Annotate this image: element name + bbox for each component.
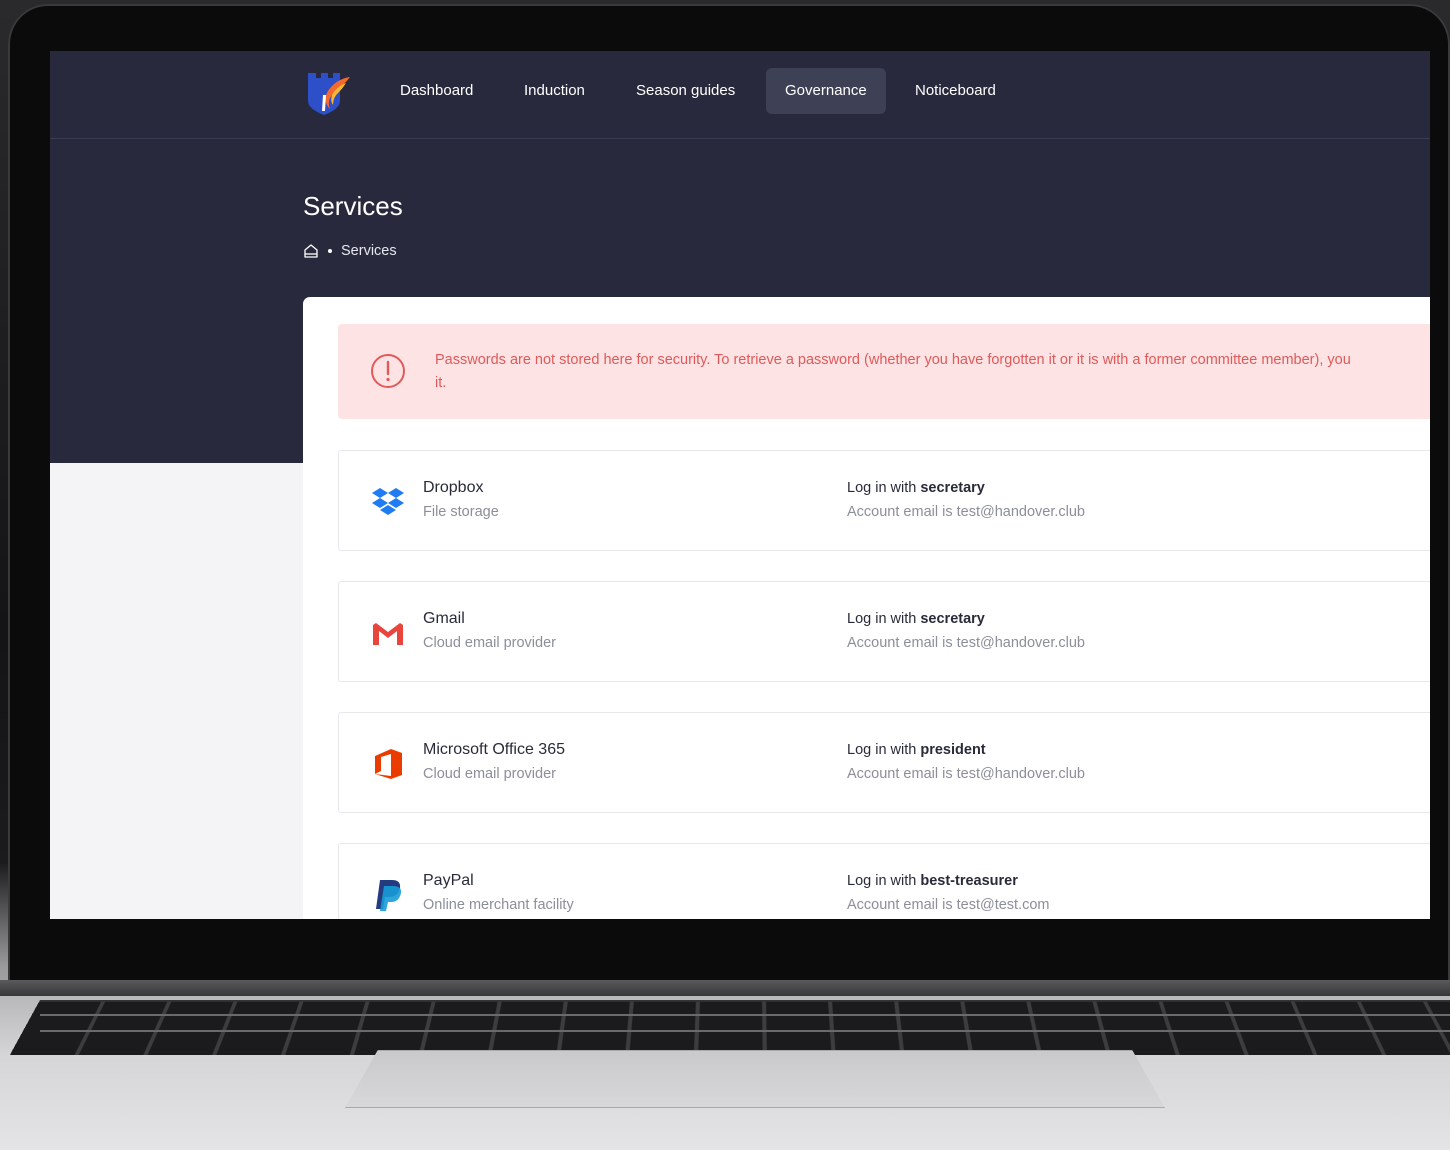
- service-login: Log in with secretary: [847, 611, 985, 627]
- breadcrumb-current: Services: [341, 243, 397, 259]
- email-value: test@handover.club: [956, 635, 1085, 651]
- service-name: Microsoft Office 365: [423, 741, 565, 758]
- email-value: test@test.com: [956, 897, 1050, 913]
- service-description: Cloud email provider: [423, 635, 556, 651]
- login-username: secretary: [920, 480, 985, 496]
- alert-circle-icon: [371, 354, 405, 388]
- nav-dashboard[interactable]: Dashboard: [381, 68, 492, 114]
- club-shield-logo-icon[interactable]: [306, 71, 352, 115]
- dropbox-icon: [372, 488, 404, 515]
- login-prefix: Log in with: [847, 873, 917, 889]
- login-username: secretary: [920, 611, 985, 627]
- alert-message-line-2: it.: [435, 375, 447, 391]
- service-description: File storage: [423, 504, 499, 520]
- keyboard-row: [40, 1030, 1450, 1032]
- office-icon: [375, 749, 402, 779]
- nav-governance[interactable]: Governance: [766, 68, 886, 114]
- login-prefix: Log in with: [847, 480, 917, 496]
- service-login: Log in with secretary: [847, 480, 985, 496]
- service-name: PayPal: [423, 872, 474, 889]
- email-value: test@handover.club: [956, 504, 1085, 520]
- service-login: Log in with best-treasurer: [847, 873, 1018, 889]
- password-alert: Passwords are not stored here for securi…: [338, 324, 1430, 419]
- service-row-office-365[interactable]: Microsoft Office 365 Cloud email provide…: [338, 712, 1430, 813]
- service-login: Log in with president: [847, 742, 986, 758]
- page-title: Services: [303, 191, 403, 221]
- login-username: president: [920, 742, 986, 758]
- email-prefix: Account email is: [847, 897, 953, 913]
- breadcrumb: Services: [303, 243, 397, 259]
- service-name: Dropbox: [423, 479, 484, 496]
- alert-message-line-1: Passwords are not stored here for securi…: [435, 352, 1351, 368]
- service-email: Account email is test@handover.club: [847, 635, 1085, 651]
- services-card: Passwords are not stored here for securi…: [303, 297, 1430, 919]
- email-value: test@handover.club: [956, 766, 1085, 782]
- service-description: Online merchant facility: [423, 897, 574, 913]
- paypal-icon: [376, 880, 402, 911]
- laptop-keyboard: [9, 1000, 1450, 1055]
- service-row-gmail[interactable]: Gmail Cloud email provider Log in with s…: [338, 581, 1430, 682]
- gmail-icon: [373, 623, 403, 645]
- service-email: Account email is test@test.com: [847, 897, 1050, 913]
- email-prefix: Account email is: [847, 766, 953, 782]
- email-prefix: Account email is: [847, 635, 953, 651]
- email-prefix: Account email is: [847, 504, 953, 520]
- service-email: Account email is test@handover.club: [847, 504, 1085, 520]
- laptop-trackpad: [345, 1050, 1165, 1108]
- keyboard-row: [40, 1014, 1450, 1016]
- service-description: Cloud email provider: [423, 766, 556, 782]
- alert-message: Passwords are not stored here for securi…: [435, 349, 1430, 395]
- service-row-dropbox[interactable]: Dropbox File storage Log in with secreta…: [338, 450, 1430, 551]
- nav-season-guides[interactable]: Season guides: [617, 68, 754, 114]
- service-name: Gmail: [423, 610, 465, 627]
- login-prefix: Log in with: [847, 611, 917, 627]
- service-email: Account email is test@handover.club: [847, 766, 1085, 782]
- nav-noticeboard[interactable]: Noticeboard: [896, 68, 1015, 114]
- breadcrumb-separator: [328, 249, 332, 253]
- login-prefix: Log in with: [847, 742, 917, 758]
- laptop-screen: Dashboard Induction Season guides Govern…: [50, 51, 1430, 919]
- home-icon[interactable]: [303, 243, 319, 259]
- service-row-paypal[interactable]: PayPal Online merchant facility Log in w…: [338, 843, 1430, 919]
- login-username: best-treasurer: [920, 873, 1018, 889]
- top-navbar: Dashboard Induction Season guides Govern…: [50, 51, 1430, 139]
- nav-induction[interactable]: Induction: [505, 68, 604, 114]
